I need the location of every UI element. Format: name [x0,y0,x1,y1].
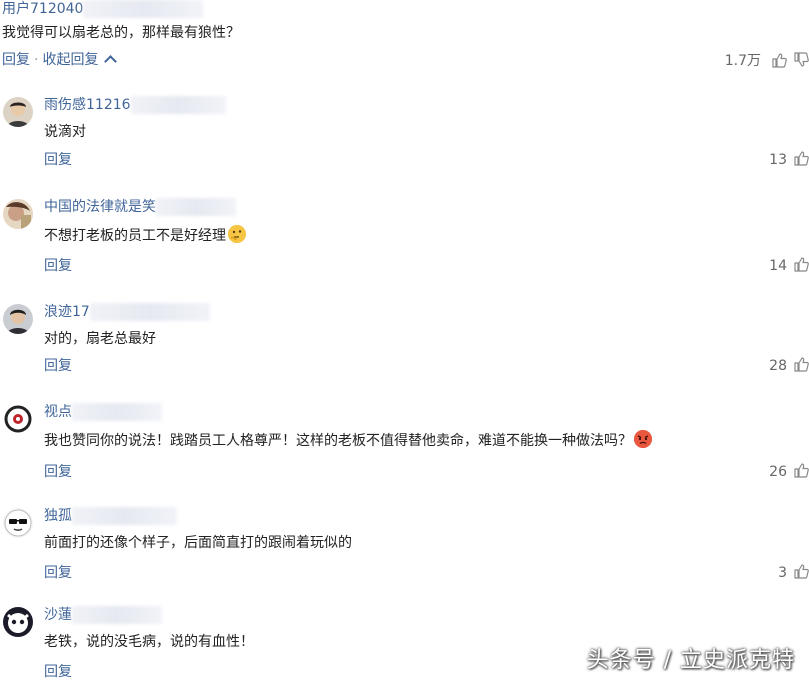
reply-username-text[interactable]: 独孤 [44,508,72,524]
top-comment-text: 我觉得可以扇老总的，那样最有狼性？ [2,25,240,41]
action-separator: · [34,52,39,68]
avatar[interactable] [3,404,33,434]
reply-text: 说滴对 [44,124,86,140]
reply-text: 不想打老板的员工不是好经理 [44,225,246,245]
like-count: 14 [769,258,787,274]
reply-username[interactable]: 中国的法律就是笑 [44,198,236,216]
redacted-username-blur [72,403,162,421]
reply-item: 独孤 前面打的还像个样子，后面简直打的跟闹着玩似的 回复 3 [0,507,809,614]
like-count: 28 [769,358,787,374]
reply-username-text[interactable]: 中国的法律就是笑 [44,199,156,215]
thumbs-up-icon[interactable] [793,150,809,170]
avatar[interactable] [3,508,33,538]
avatar[interactable] [3,97,33,127]
collapse-replies-button[interactable]: 收起回复 [42,52,118,68]
thumbs-up-icon[interactable] [793,462,809,482]
reply-item: 视点 我也赞同你的说法！践踏员工人格尊严！这样的老板不值得替他卖命，难道不能换一… [0,403,809,510]
redacted-username-blur [156,198,236,216]
redacted-username-blur [89,303,210,321]
top-comment-like[interactable]: 1.7万 [725,50,809,70]
collapse-replies-label[interactable]: 收起回复 [42,52,98,68]
reply-username-text[interactable]: 沙蓮 [44,607,72,623]
reply-text: 对的，扇老总最好 [44,331,156,347]
thumbs-up-icon[interactable] [771,52,787,68]
redacted-username-blur [72,507,177,525]
reply-text: 老铁，说的没毛病，说的有血性！ [44,634,254,650]
top-comment-username-text[interactable]: 用户712040 [2,1,83,17]
like-count: 13 [769,152,787,168]
redacted-username-blur [130,96,226,114]
reply-username[interactable]: 浪迹17 [44,303,210,321]
reply-like[interactable]: 3 [778,563,809,583]
reply-username[interactable]: 视点 [44,403,162,421]
like-count: 26 [769,464,787,480]
reply-username[interactable]: 独孤 [44,507,177,525]
reply-username[interactable]: 沙蓮 [44,606,162,624]
reply-item: 雨伤感11216 说滴对 回复 13 [0,96,809,203]
reply-item: 浪迹17 对的，扇老总最好 回复 28 [0,303,809,410]
avatar[interactable] [3,199,33,229]
top-comment-username[interactable]: 用户712040 [2,0,204,18]
angry-face-icon [634,430,652,448]
reply-button[interactable]: 回复 [44,151,72,169]
reply-button[interactable]: 回复 [44,564,72,582]
reply-username-text[interactable]: 雨伤感11216 [44,97,131,113]
reply-username-text[interactable]: 浪迹17 [44,304,90,320]
reply-username-text[interactable]: 视点 [44,404,72,420]
thumbs-up-icon[interactable] [793,356,809,376]
reply-item: 中国的法律就是笑 不想打老板的员工不是好经理 回复 14 [0,198,809,305]
reply-text-content: 我也赞同你的说法！践踏员工人格尊严！这样的老板不值得替他卖命，难道不能换一种做法… [44,433,632,449]
redacted-username-blur [83,0,204,18]
reply-button[interactable]: 回复 [44,663,72,681]
reply-like[interactable]: 13 [769,150,809,170]
reply-text: 我也赞同你的说法！践踏员工人格尊严！这样的老板不值得替他卖命，难道不能换一种做法… [44,430,652,450]
reply-text: 前面打的还像个样子，后面简直打的跟闹着玩似的 [44,535,352,551]
avatar[interactable] [3,607,33,637]
reply-button[interactable]: 回复 [44,463,72,481]
thumbs-up-icon[interactable] [793,256,809,276]
avatar[interactable] [3,304,33,334]
like-count: 3 [778,565,787,581]
reply-button[interactable]: 回复 [44,257,72,275]
reply-button[interactable]: 回复 [44,357,72,375]
watermark: 头条号 / 立史派克特 [586,648,795,673]
reply-text-content: 不想打老板的员工不是好经理 [44,228,226,244]
thumbs-down-icon[interactable] [793,52,809,68]
top-like-count: 1.7万 [724,53,761,69]
top-reply-button[interactable]: 回复 [2,52,30,68]
chevron-up-icon[interactable] [104,55,118,68]
comment-thread: 用户712040 我觉得可以扇老总的，那样最有狼性？ 回复 · 收起回复 1.7万 … [0,0,809,684]
redacted-username-blur [72,606,162,624]
thinking-face-icon [228,225,246,243]
reply-like[interactable]: 26 [769,462,809,482]
reply-like[interactable]: 14 [769,256,809,276]
reply-username[interactable]: 雨伤感11216 [44,96,226,114]
thumbs-up-icon[interactable] [793,563,809,583]
reply-like[interactable]: 28 [769,356,809,376]
top-comment-actions: 回复 · 收起回复 [2,51,118,69]
